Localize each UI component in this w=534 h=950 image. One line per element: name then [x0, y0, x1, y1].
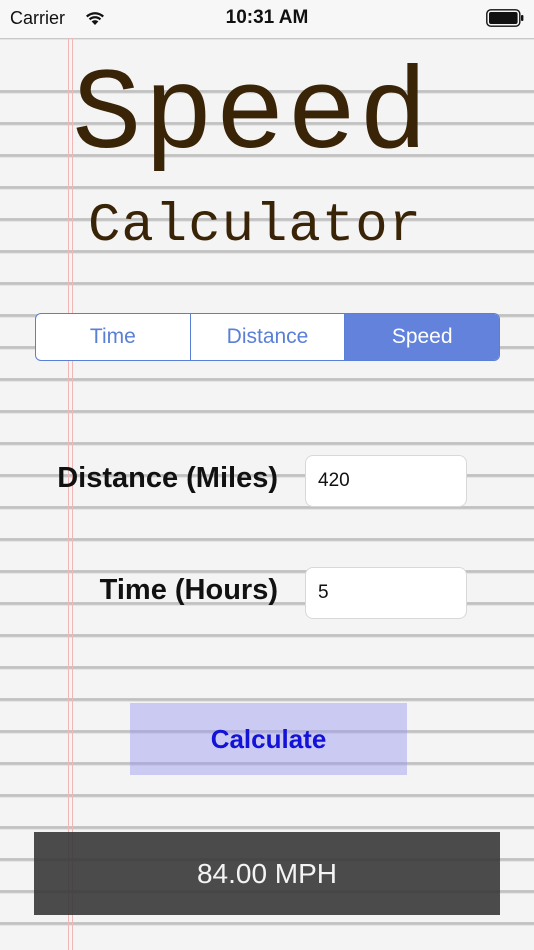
time-label: Time (Hours) — [99, 574, 278, 606]
status-bar: Carrier 10:31 AM — [0, 0, 534, 38]
segment-speed[interactable]: Speed — [345, 314, 499, 360]
distance-label: Distance (Miles) — [57, 462, 278, 494]
segment-distance[interactable]: Distance — [191, 314, 346, 360]
title-speed: Speed — [72, 50, 431, 182]
segment-time[interactable]: Time — [36, 314, 191, 360]
result-display: 84.00 MPH — [34, 832, 500, 915]
calculate-button[interactable]: Calculate — [130, 703, 407, 775]
mode-segmented-control: Time Distance Speed — [35, 313, 500, 361]
battery-icon — [486, 9, 524, 27]
distance-input[interactable] — [305, 455, 467, 507]
title-calculator: Calculator — [88, 196, 423, 257]
time-input[interactable] — [305, 567, 467, 619]
status-time: 10:31 AM — [225, 7, 309, 28]
